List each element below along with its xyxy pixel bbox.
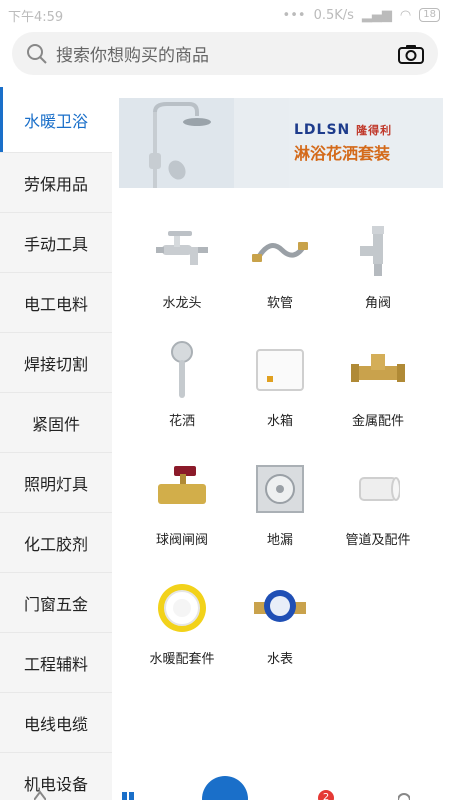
category-faucet[interactable]: 水龙头 <box>132 222 232 311</box>
cart-badge: 2 <box>318 790 334 800</box>
signal-icon: ▂▄▆ <box>361 7 392 23</box>
category-water-tank[interactable]: 水箱 <box>230 340 330 429</box>
category-label: 管道及配件 <box>345 533 411 548</box>
category-label: 水箱 <box>266 414 293 429</box>
status-time: 下午4:59 <box>8 9 64 25</box>
profile-tab-icon[interactable] <box>398 790 410 800</box>
pipe-fitting-icon <box>359 477 400 501</box>
sidebar-item-fasteners[interactable]: 紧固件 <box>0 393 112 453</box>
category-floor-drain[interactable]: 地漏 <box>230 459 330 548</box>
sidebar-item-electrical[interactable]: 电工电料 <box>0 273 112 333</box>
network-speed: 0.5K/s <box>313 7 354 23</box>
sidebar-item-door-window[interactable]: 门窗五金 <box>0 573 112 633</box>
banner-brand-cn: 隆得利 <box>356 124 393 137</box>
shower-head-icon <box>171 341 193 398</box>
category-label: 软管 <box>266 296 293 311</box>
category-brass-fittings[interactable]: 金属配件 <box>328 340 428 429</box>
category-label: 地漏 <box>266 533 293 548</box>
cart-button[interactable] <box>202 776 248 800</box>
status-bar: 下午4:59 ••• 0.5K/s ▂▄▆ ◠ 18 <box>0 0 450 30</box>
sidebar-item-welding[interactable]: 焊接切割 <box>0 333 112 393</box>
category-label: 球阀闸阀 <box>155 533 208 548</box>
sidebar-item-lighting[interactable]: 照明灯具 <box>0 453 112 513</box>
sidebar-item-engineering[interactable]: 工程辅料 <box>0 633 112 693</box>
category-label: 水表 <box>266 652 293 667</box>
promo-banner[interactable]: LDLSN 隆得利 淋浴花洒套装 <box>119 98 443 188</box>
category-tab-icon[interactable] <box>122 790 134 800</box>
category-shower-head[interactable]: 花洒 <box>132 340 232 429</box>
sidebar-item-plumbing[interactable]: 水暖卫浴 <box>0 87 112 153</box>
category-label: 角阀 <box>364 296 391 311</box>
wifi-icon: ◠ <box>399 7 412 23</box>
category-pipe-fittings[interactable]: 管道及配件 <box>328 459 428 548</box>
angle-valve-icon <box>360 226 384 276</box>
brass-fitting-icon <box>351 354 405 382</box>
category-label: 水龙头 <box>162 296 202 311</box>
sidebar-item-hand-tools[interactable]: 手动工具 <box>0 213 112 273</box>
ball-valve-icon <box>158 466 206 504</box>
floor-drain-icon <box>256 465 304 513</box>
hose-icon <box>252 242 308 262</box>
more-dots-icon: ••• <box>282 7 306 23</box>
category-water-meter[interactable]: 水表 <box>230 578 330 667</box>
sidebar-item-safety[interactable]: 劳保用品 <box>0 153 112 213</box>
category-label: 水暖配套件 <box>149 652 215 667</box>
camera-icon[interactable] <box>398 44 424 64</box>
banner-caption: 淋浴花洒套装 <box>294 144 391 163</box>
category-hose[interactable]: 软管 <box>230 222 330 311</box>
water-tank-icon <box>256 349 304 391</box>
battery-indicator: 18 <box>419 8 440 22</box>
category-label: 金属配件 <box>351 414 404 429</box>
category-sidebar: 水暖卫浴 劳保用品 手动工具 电工电料 焊接切割 紧固件 照明灯具 化工胶剂 门… <box>0 87 112 800</box>
category-label: 花洒 <box>168 414 195 429</box>
category-plumbing-accessories[interactable]: 水暖配套件 <box>132 578 232 667</box>
category-ball-valve[interactable]: 球阀闸阀 <box>132 459 232 548</box>
category-angle-valve[interactable]: 角阀 <box>328 222 428 311</box>
search-input[interactable]: 搜索你想购买的商品 <box>56 41 398 66</box>
sidebar-item-cables[interactable]: 电线电缆 <box>0 693 112 753</box>
home-tab-icon[interactable] <box>34 790 46 800</box>
search-bar[interactable]: 搜索你想购买的商品 <box>12 32 438 75</box>
water-meter-icon <box>254 590 306 622</box>
banner-brand: LDLSN <box>294 122 351 138</box>
faucet-icon <box>156 231 208 265</box>
ptfe-tape-icon <box>158 584 206 632</box>
shower-set-image <box>119 98 289 188</box>
sidebar-item-chemicals[interactable]: 化工胶剂 <box>0 513 112 573</box>
search-icon <box>27 43 47 64</box>
